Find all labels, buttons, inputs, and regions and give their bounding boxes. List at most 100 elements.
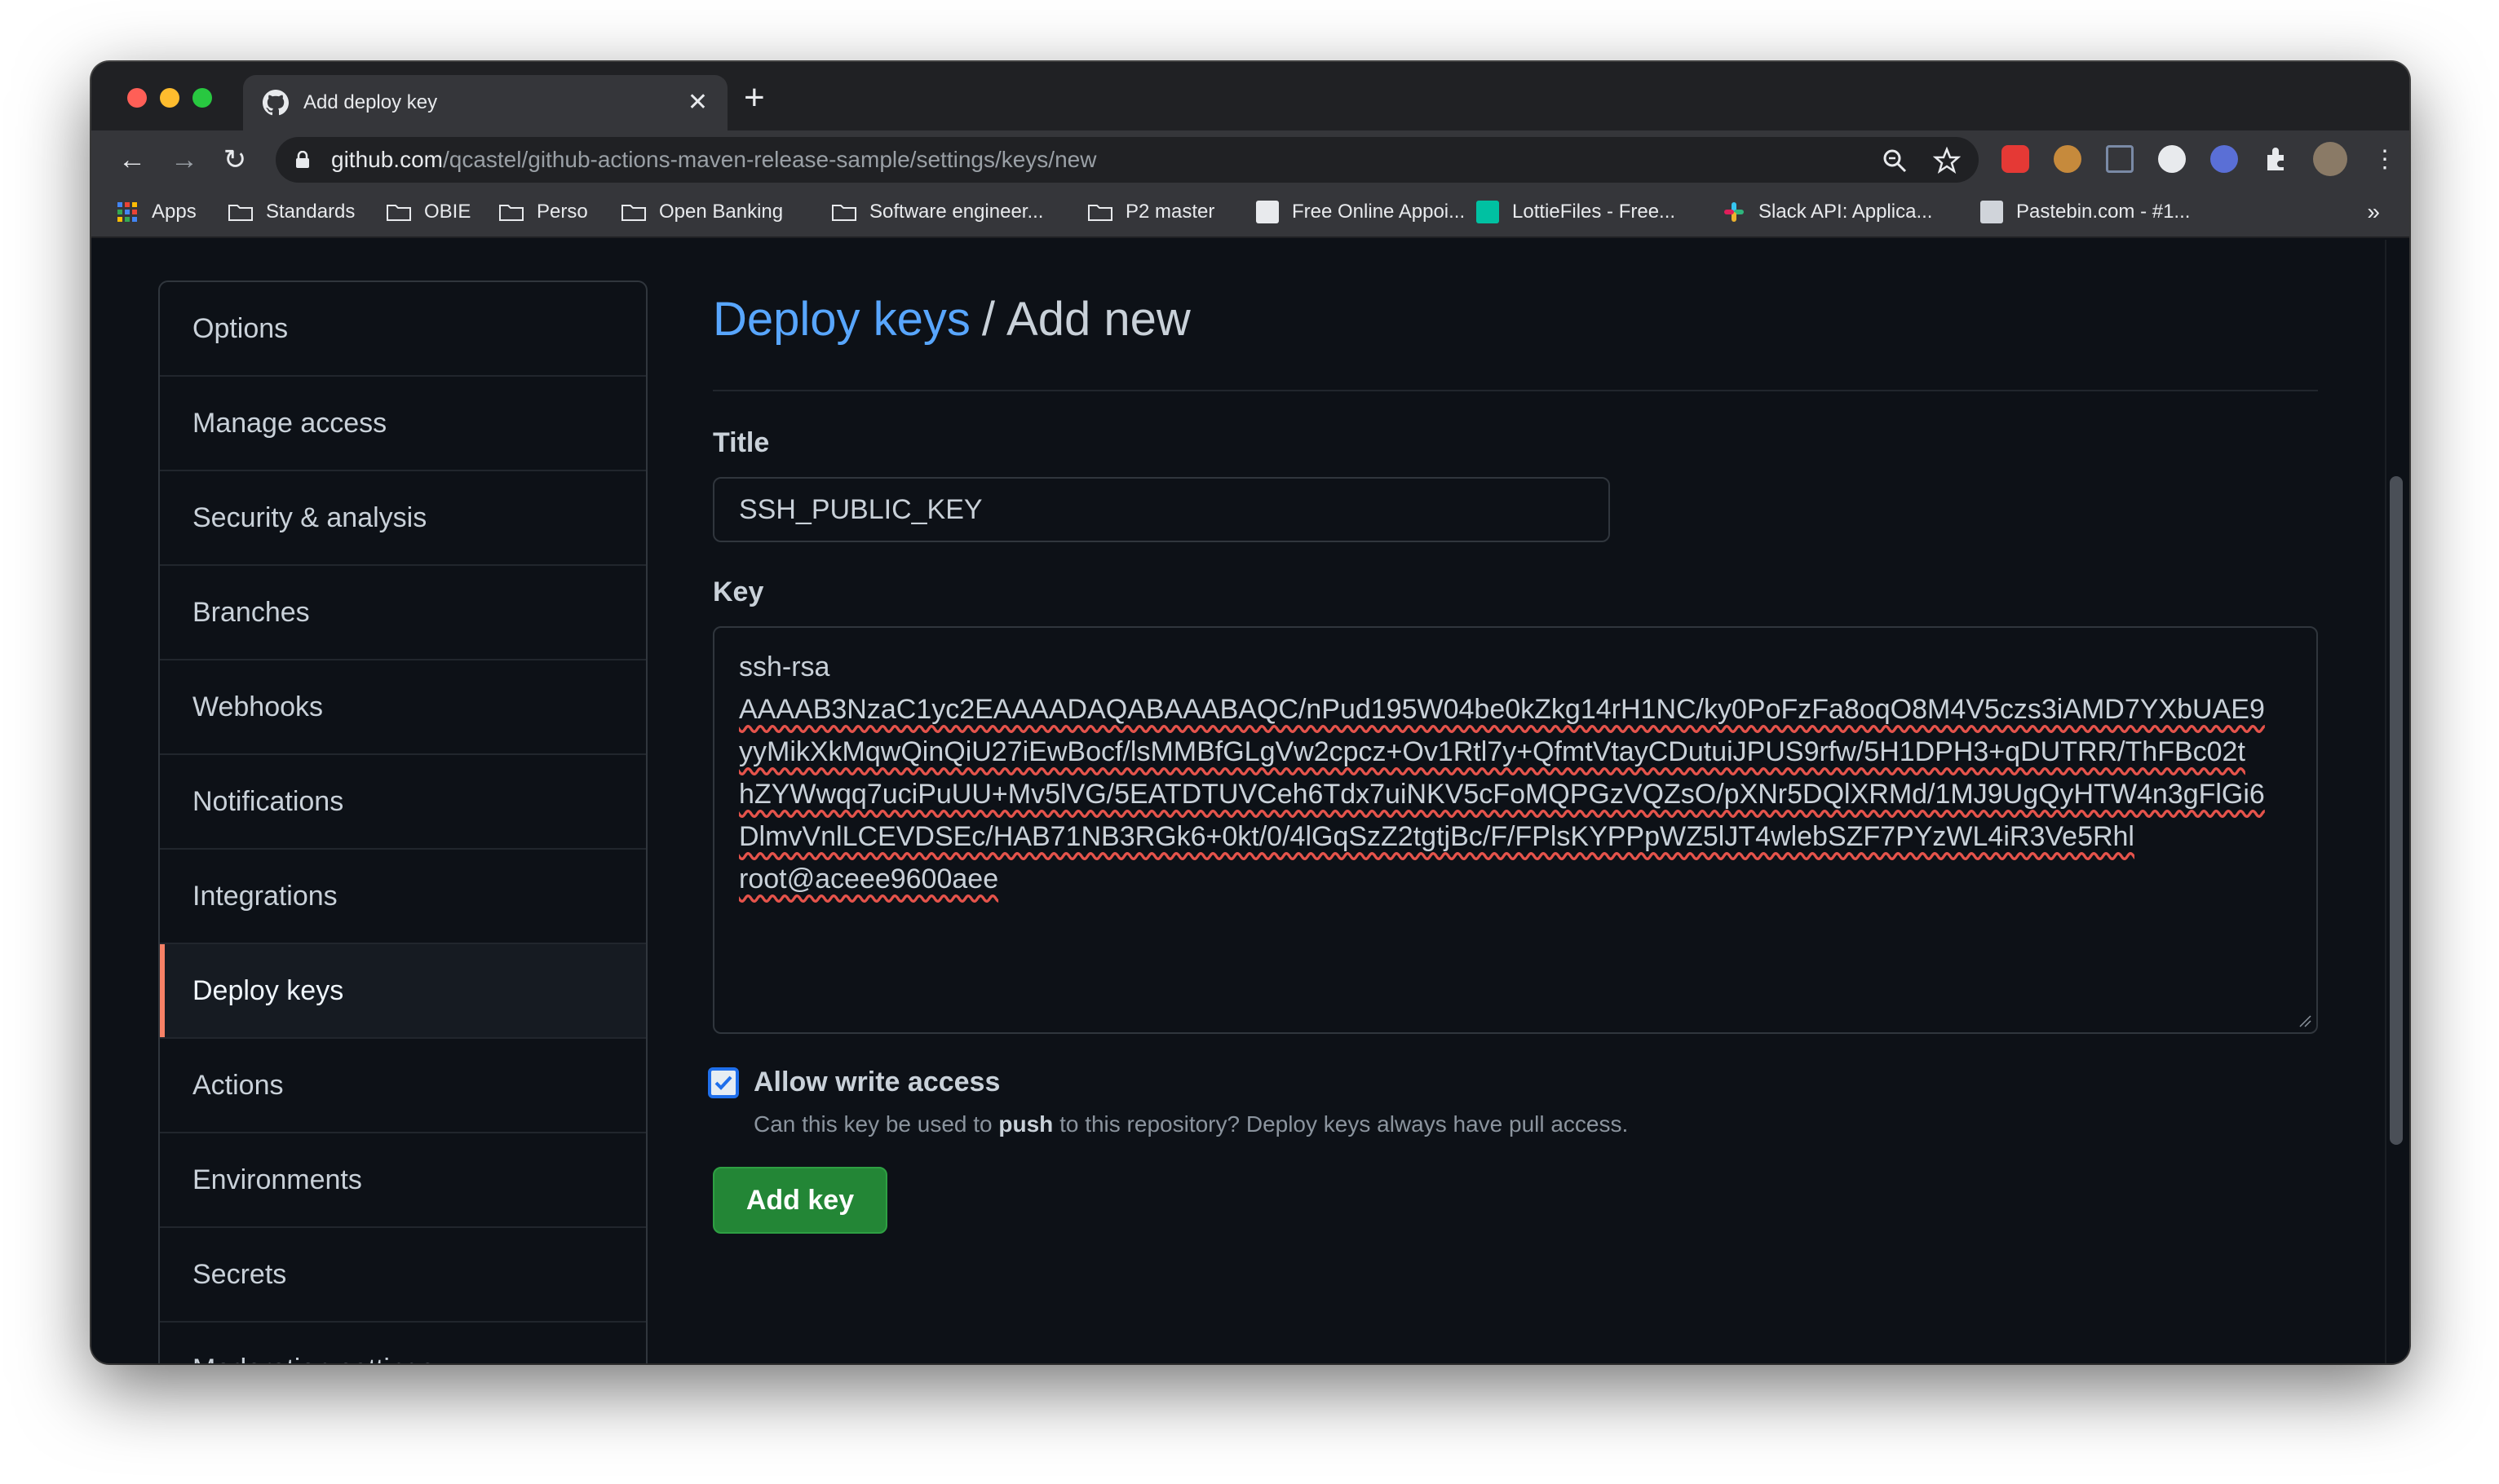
allow-write-label[interactable]: Allow write access [754,1067,1000,1098]
sidebar-item-webhooks[interactable]: Webhooks [160,660,646,755]
folder-icon [387,205,411,221]
bookmarks-bar: Apps Standards OBIE Perso Open Banking S… [91,189,2409,238]
main-panel: Deploy keys / Add new Title SSH_PUBLIC_K… [708,280,2318,1234]
github-icon [263,90,289,116]
deploy-keys-breadcrumb-link[interactable]: Deploy keys [713,292,971,347]
bookmark-obie[interactable]: OBIE [387,201,471,223]
title-input[interactable]: SSH_PUBLIC_KEY [713,477,1610,542]
lock-icon [296,151,309,168]
bookmark-p2-master[interactable]: P2 master [1088,201,1214,223]
maximize-window-button[interactable] [192,88,212,108]
sidebar-item-branches[interactable]: Branches [160,566,646,660]
breadcrumb-separator: / [981,292,996,346]
bookmark-perso[interactable]: Perso [499,201,588,223]
sidebar-item-deploy-keys[interactable]: Deploy keys [160,944,646,1039]
folder-icon [1088,205,1112,221]
bookmarks-overflow-icon[interactable]: » [2367,199,2380,225]
browser-window: Add deploy key ✕ + ← → ↻ github.com/qcas… [91,62,2409,1363]
bookmark-standards[interactable]: Standards [228,201,355,223]
circle-extension-icon[interactable] [2158,145,2186,173]
reload-icon[interactable]: ↻ [217,142,253,178]
puzzle-extensions-icon[interactable] [2262,145,2290,173]
tab-close-icon[interactable]: ✕ [688,91,708,115]
bookmark-free-online-appoi[interactable]: Free Online Appoi... [1256,201,1465,223]
sidebar-item-environments[interactable]: Environments [160,1133,646,1228]
sidebar-item-notifications[interactable]: Notifications [160,755,646,850]
bookmark-open-banking[interactable]: Open Banking [621,201,783,223]
adblock-extension-icon[interactable] [2001,145,2029,173]
sidebar-item-manage-access[interactable]: Manage access [160,377,646,471]
browser-tab[interactable]: Add deploy key ✕ [243,75,728,130]
lottiefiles-favicon [1476,201,1499,223]
help-bold: push [998,1111,1054,1137]
apps-grid-icon [117,202,137,222]
bookmark-label: LottieFiles - Free... [1512,201,1676,223]
sidebar-item-actions[interactable]: Actions [160,1039,646,1133]
zoom-icon[interactable] [1881,147,1909,174]
folder-icon [228,205,253,221]
bookmark-label: Software engineer... [869,201,1044,223]
sidebar-item-integrations[interactable]: Integrations [160,850,646,944]
bookmark-lottiefiles[interactable]: LottieFiles - Free... [1476,201,1675,223]
resize-handle-icon[interactable] [2298,1014,2311,1027]
bookmark-label: Free Online Appoi... [1292,201,1466,223]
back-arrow-icon[interactable]: ← [114,142,150,178]
url-path: /qcastel/github-actions-maven-release-sa… [442,147,1097,172]
scrollbar-thumb[interactable] [2390,476,2403,1145]
page-content: Options Manage access Security & analysi… [91,240,2409,1363]
title-label: Title [713,427,770,458]
blocked-extension-icon[interactable] [2210,145,2238,173]
sidebar-item-options[interactable]: Options [160,282,646,377]
settings-sidebar: Options Manage access Security & analysi… [158,280,648,1363]
minimize-window-button[interactable] [160,88,179,108]
allow-write-help: Can this key be used to push to this rep… [754,1111,2318,1137]
key-label: Key [713,576,764,607]
bookmark-label: Standards [266,201,356,223]
bookmark-apps[interactable]: Apps [116,201,197,223]
profile-avatar[interactable] [2313,142,2347,176]
bookmark-label: Pastebin.com - #1... [2016,201,2191,223]
bookmark-label: Open Banking [659,201,784,223]
calendar-favicon [1256,201,1279,223]
forward-arrow-icon[interactable]: → [166,142,202,178]
folder-icon [621,205,646,221]
close-window-button[interactable] [127,88,147,108]
tab-strip: Add deploy key ✕ + [91,62,2409,130]
key-line: yyMikXkMqwQinQiU27iEwBocf/lsMMBfGLgVw2cp… [739,736,2245,767]
bookmark-label: Perso [537,201,588,223]
allow-write-row: Allow write access [708,1067,2318,1098]
bookmark-label: Slack API: Applica... [1758,201,1933,223]
page-title: Deploy keys / Add new [713,280,2318,391]
key-line: root@aceee9600aee [739,863,999,894]
address-bar[interactable]: github.com/qcastel/github-actions-maven-… [276,137,1979,183]
key-line: hZYWwqq7uciPuUU+Mv5lVG/5EATDTUVCeh6Tdx7u… [739,779,2265,810]
bookmark-star-icon[interactable] [1933,147,1961,174]
key-textarea[interactable]: ssh-rsa AAAAB3NzaC1yc2EAAAADAQABAAABAQC/… [713,626,2318,1034]
sidebar-item-security-analysis[interactable]: Security & analysis [160,471,646,566]
pastebin-favicon [1980,201,2003,223]
bookmark-label: Apps [152,201,197,223]
slack-favicon [1724,202,1744,222]
bookmark-pastebin[interactable]: Pastebin.com - #1... [1980,201,2190,223]
folder-icon [499,205,524,221]
bar-chart-extension-icon[interactable] [2106,145,2134,173]
scrollbar[interactable] [2385,240,2409,1363]
key-line: AAAAB3NzaC1yc2EAAAADAQABAAABAQC/nPud195W… [739,694,2265,725]
sidebar-item-secrets[interactable]: Secrets [160,1228,646,1323]
bookmark-software-engineer[interactable]: Software engineer... [832,201,1043,223]
bookmark-slack-api[interactable]: Slack API: Applica... [1723,201,1932,223]
help-prefix: Can this key be used to [754,1111,999,1137]
sidebar-item-moderation-settings[interactable]: Moderation settings [160,1323,646,1364]
add-key-button[interactable]: Add key [713,1167,887,1234]
new-tab-button[interactable]: + [744,80,765,116]
bookmark-label: P2 master [1126,201,1215,223]
key-line: DlmvVnlLCEVDSEc/HAB71NB3RGk6+0kt/0/4lGqS… [739,821,2134,852]
url-host: github.com [331,147,443,172]
help-suffix: to this repository? Deploy keys always h… [1053,1111,1629,1137]
folder-icon [832,205,856,221]
allow-write-checkbox[interactable] [708,1067,739,1098]
page-title-text: Add new [1006,292,1191,346]
menu-kebab-icon[interactable]: ⋮ [2367,142,2403,178]
checkmark-icon [714,1075,732,1090]
cookie-extension-icon[interactable] [2054,145,2081,173]
